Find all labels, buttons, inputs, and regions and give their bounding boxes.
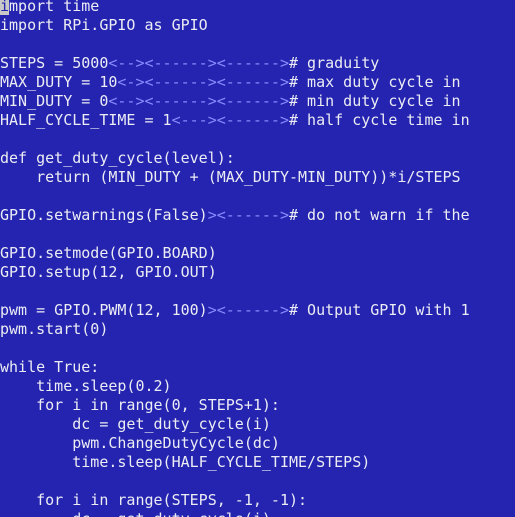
code-line[interactable]: time.sleep(0.2): [0, 377, 515, 396]
code-text: time.sleep(0.2): [0, 377, 172, 395]
code-text: # Output GPIO with 1: [289, 301, 470, 319]
code-line[interactable]: def get_duty_cycle(level):: [0, 149, 515, 168]
code-text: # do not warn if the: [289, 206, 470, 224]
code-text: return (MIN_DUTY + (MAX_DUTY-MIN_DUTY))*…: [0, 168, 461, 186]
code-text: # graduity: [289, 54, 380, 72]
code-line[interactable]: import RPi.GPIO as GPIO: [0, 16, 515, 35]
code-text: GPIO.setup(12, GPIO.OUT): [0, 263, 217, 281]
code-line[interactable]: MAX_DUTY = 10<-><------><------># max du…: [0, 73, 515, 92]
code-line[interactable]: GPIO.setup(12, GPIO.OUT): [0, 263, 515, 282]
code-text: def get_duty_cycle(level):: [0, 149, 235, 167]
code-line[interactable]: GPIO.setmode(GPIO.BOARD): [0, 244, 515, 263]
code-text: pwm.ChangeDutyCycle(dc): [0, 434, 280, 452]
code-text: time.sleep(HALF_CYCLE_TIME/STEPS): [0, 453, 371, 471]
code-line[interactable]: STEPS = 5000<--><------><------># gradui…: [0, 54, 515, 73]
code-line[interactable]: pwm.ChangeDutyCycle(dc): [0, 434, 515, 453]
code-line[interactable]: for i in range(0, STEPS+1):: [0, 396, 515, 415]
code-text: HALF_CYCLE_TIME = 1: [0, 111, 172, 129]
code-line[interactable]: MIN_DUTY = 0<--><------><------># min du…: [0, 92, 515, 111]
tab-marker: <--><------><------>: [108, 54, 289, 72]
code-line[interactable]: return (MIN_DUTY + (MAX_DUTY-MIN_DUTY))*…: [0, 168, 515, 187]
tab-marker: <---><------>: [171, 111, 289, 129]
code-text: for i in range(STEPS, -1, -1):: [0, 491, 308, 509]
code-text: mport time: [9, 0, 100, 15]
text-cursor: i: [0, 0, 10, 15]
code-line[interactable]: dc = get_duty_cycle(i): [0, 510, 515, 517]
tab-marker: <-><------><------>: [117, 73, 289, 91]
code-line[interactable]: time.sleep(HALF_CYCLE_TIME/STEPS): [0, 453, 515, 472]
code-text: dc = get_duty_cycle(i): [0, 415, 271, 433]
code-line[interactable]: while True:: [0, 358, 515, 377]
code-line[interactable]: GPIO.setwarnings(False)><------># do not…: [0, 206, 515, 225]
code-text: pwm = GPIO.PWM(12, 100): [0, 301, 208, 319]
code-line[interactable]: import time: [0, 0, 515, 16]
code-line[interactable]: pwm.start(0): [0, 320, 515, 339]
code-text: STEPS = 5000: [0, 54, 109, 72]
tab-marker: ><------>: [207, 301, 289, 319]
code-line[interactable]: pwm = GPIO.PWM(12, 100)><------># Output…: [0, 301, 515, 320]
code-line[interactable]: dc = get_duty_cycle(i): [0, 415, 515, 434]
code-text: GPIO.setwarnings(False): [0, 206, 208, 224]
code-text: import RPi.GPIO as GPIO: [0, 16, 208, 34]
code-text: dc = get_duty_cycle(i): [0, 510, 271, 517]
code-text: MAX_DUTY = 10: [0, 73, 118, 91]
tab-marker: ><------>: [207, 206, 289, 224]
code-text: # half cycle time in: [289, 111, 470, 129]
code-text: MIN_DUTY = 0: [0, 92, 109, 110]
code-text: while True:: [0, 358, 100, 376]
code-text: # max duty cycle in: [289, 73, 461, 91]
code-text: # min duty cycle in: [289, 92, 461, 110]
tab-marker: <--><------><------>: [108, 92, 289, 110]
code-line[interactable]: HALF_CYCLE_TIME = 1<---><------># half c…: [0, 111, 515, 130]
code-line[interactable]: for i in range(STEPS, -1, -1):: [0, 491, 515, 510]
code-text: GPIO.setmode(GPIO.BOARD): [0, 244, 217, 262]
code-text: pwm.start(0): [0, 320, 109, 338]
terminal-editor[interactable]: import time import RPi.GPIO as GPIO STEPS …: [0, 0, 515, 517]
code-text: for i in range(0, STEPS+1):: [0, 396, 280, 414]
